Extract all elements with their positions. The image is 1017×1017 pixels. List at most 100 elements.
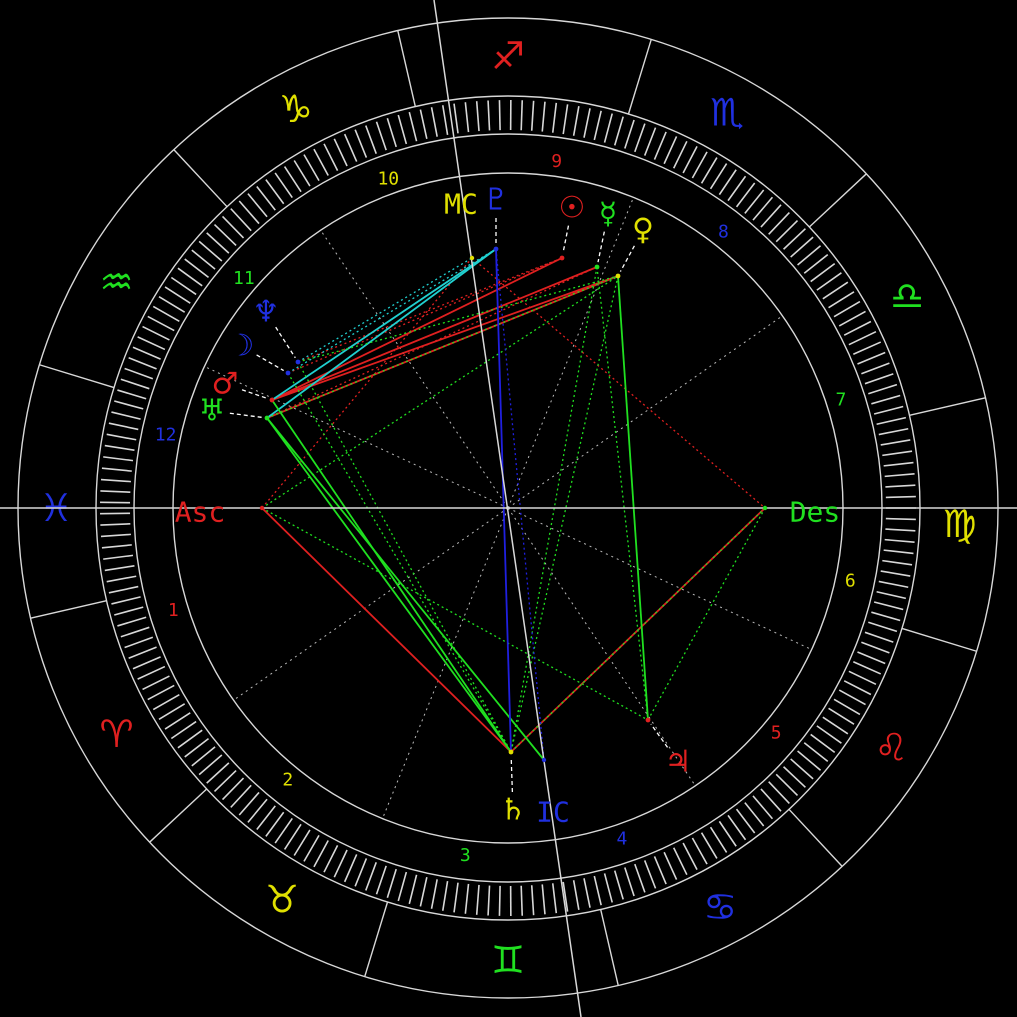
planet-neptune-icon: ♆ xyxy=(253,295,280,330)
degree-tick xyxy=(816,725,842,744)
planet-uranus-icon: ♅ xyxy=(199,394,226,429)
sign-divider xyxy=(901,627,977,652)
aspect-uranus-mercury xyxy=(266,266,598,419)
degree-tick xyxy=(884,473,915,478)
degree-tick xyxy=(727,175,747,202)
degree-tick xyxy=(170,720,197,740)
angle-mc-label: MC xyxy=(444,188,478,221)
degree-tick xyxy=(634,123,646,153)
degree-tick xyxy=(354,858,368,887)
degree-tick xyxy=(114,606,144,616)
sign-divider xyxy=(808,173,867,228)
degree-tick xyxy=(718,820,737,847)
degree-tick xyxy=(111,596,141,605)
sign-scorpio-icon: ♏ xyxy=(710,91,744,135)
degree-tick xyxy=(103,554,134,560)
degree-tick xyxy=(343,133,358,162)
degree-tick xyxy=(700,157,718,184)
house-number-9: 9 xyxy=(551,151,562,172)
degree-tick xyxy=(303,154,320,182)
degree-tick xyxy=(274,172,293,199)
degree-tick xyxy=(124,636,154,649)
planet-neptune-point xyxy=(295,359,301,365)
degree-tick xyxy=(663,851,678,880)
degree-tick xyxy=(147,315,175,332)
degree-tick xyxy=(861,641,890,654)
degree-tick xyxy=(475,101,480,132)
degree-tick xyxy=(313,840,329,868)
degree-tick xyxy=(810,733,836,754)
degree-tick xyxy=(882,450,913,457)
planet-mars-leader xyxy=(241,389,268,400)
degree-tick xyxy=(152,694,180,711)
degree-tick xyxy=(520,885,524,916)
degree-tick xyxy=(274,817,293,844)
degree-tick xyxy=(682,842,698,870)
planet-saturn-point xyxy=(508,749,514,755)
degree-tick xyxy=(128,357,157,370)
house-number-2: 2 xyxy=(282,770,293,791)
degree-tick xyxy=(303,834,320,862)
degree-tick xyxy=(838,310,866,327)
aspect-mars-pluto xyxy=(271,248,497,401)
planet-jupiter-point xyxy=(645,717,651,723)
degree-tick xyxy=(864,373,894,385)
degree-tick xyxy=(653,856,667,885)
degree-tick xyxy=(624,867,635,897)
aspect-moon-pluto xyxy=(287,248,497,374)
house-number-7: 7 xyxy=(835,389,846,410)
degree-tick xyxy=(843,680,872,696)
degree-tick xyxy=(816,272,842,291)
degree-tick xyxy=(333,849,348,878)
sign-divider xyxy=(599,909,619,986)
planet-mars-point xyxy=(269,397,275,403)
degree-tick xyxy=(104,565,135,572)
degree-tick xyxy=(530,885,535,916)
degree-tick xyxy=(106,575,137,583)
degree-tick xyxy=(852,341,882,355)
degree-tick xyxy=(883,461,914,467)
degree-tick xyxy=(833,698,861,716)
house-cusp-line xyxy=(233,507,509,701)
sign-aries-icon: ♈ xyxy=(100,712,134,756)
degree-tick xyxy=(828,707,855,725)
degree-tick xyxy=(593,875,602,906)
degree-tick xyxy=(562,104,569,135)
degree-tick xyxy=(682,146,698,174)
sign-divider xyxy=(788,808,843,867)
planet-moon-leader xyxy=(256,354,284,372)
degree-tick xyxy=(868,621,898,633)
house-number-8: 8 xyxy=(718,222,729,243)
degree-tick xyxy=(727,814,747,841)
aspect-asc-jupiter xyxy=(261,507,649,721)
degree-tick xyxy=(691,151,708,179)
degree-tick xyxy=(498,100,501,131)
planet-sun-icon: ☉ xyxy=(559,191,586,226)
house-number-4: 4 xyxy=(617,828,628,849)
angle-des-point xyxy=(762,505,768,511)
degree-tick xyxy=(397,871,408,902)
degree-tick xyxy=(132,346,161,360)
degree-tick xyxy=(885,495,916,499)
degree-tick xyxy=(873,405,904,415)
degree-tick xyxy=(882,559,913,566)
degree-tick xyxy=(653,131,667,160)
degree-tick xyxy=(111,411,141,420)
degree-tick xyxy=(603,113,613,143)
degree-tick xyxy=(365,125,377,154)
sign-cancer-icon: ♋ xyxy=(703,885,737,929)
degree-tick xyxy=(643,860,657,889)
aspect-asc-venus xyxy=(261,275,619,509)
degree-tick xyxy=(114,400,144,410)
degree-tick xyxy=(365,862,377,891)
degree-tick xyxy=(634,863,646,893)
degree-tick xyxy=(419,877,428,907)
degree-tick xyxy=(375,865,387,895)
degree-tick xyxy=(833,300,861,318)
angle-ic-label: IC xyxy=(536,796,570,829)
degree-tick xyxy=(152,305,180,322)
degree-tick xyxy=(132,656,161,670)
planet-sun-point xyxy=(559,255,565,261)
degree-tick xyxy=(419,109,428,139)
degree-tick xyxy=(343,854,358,883)
